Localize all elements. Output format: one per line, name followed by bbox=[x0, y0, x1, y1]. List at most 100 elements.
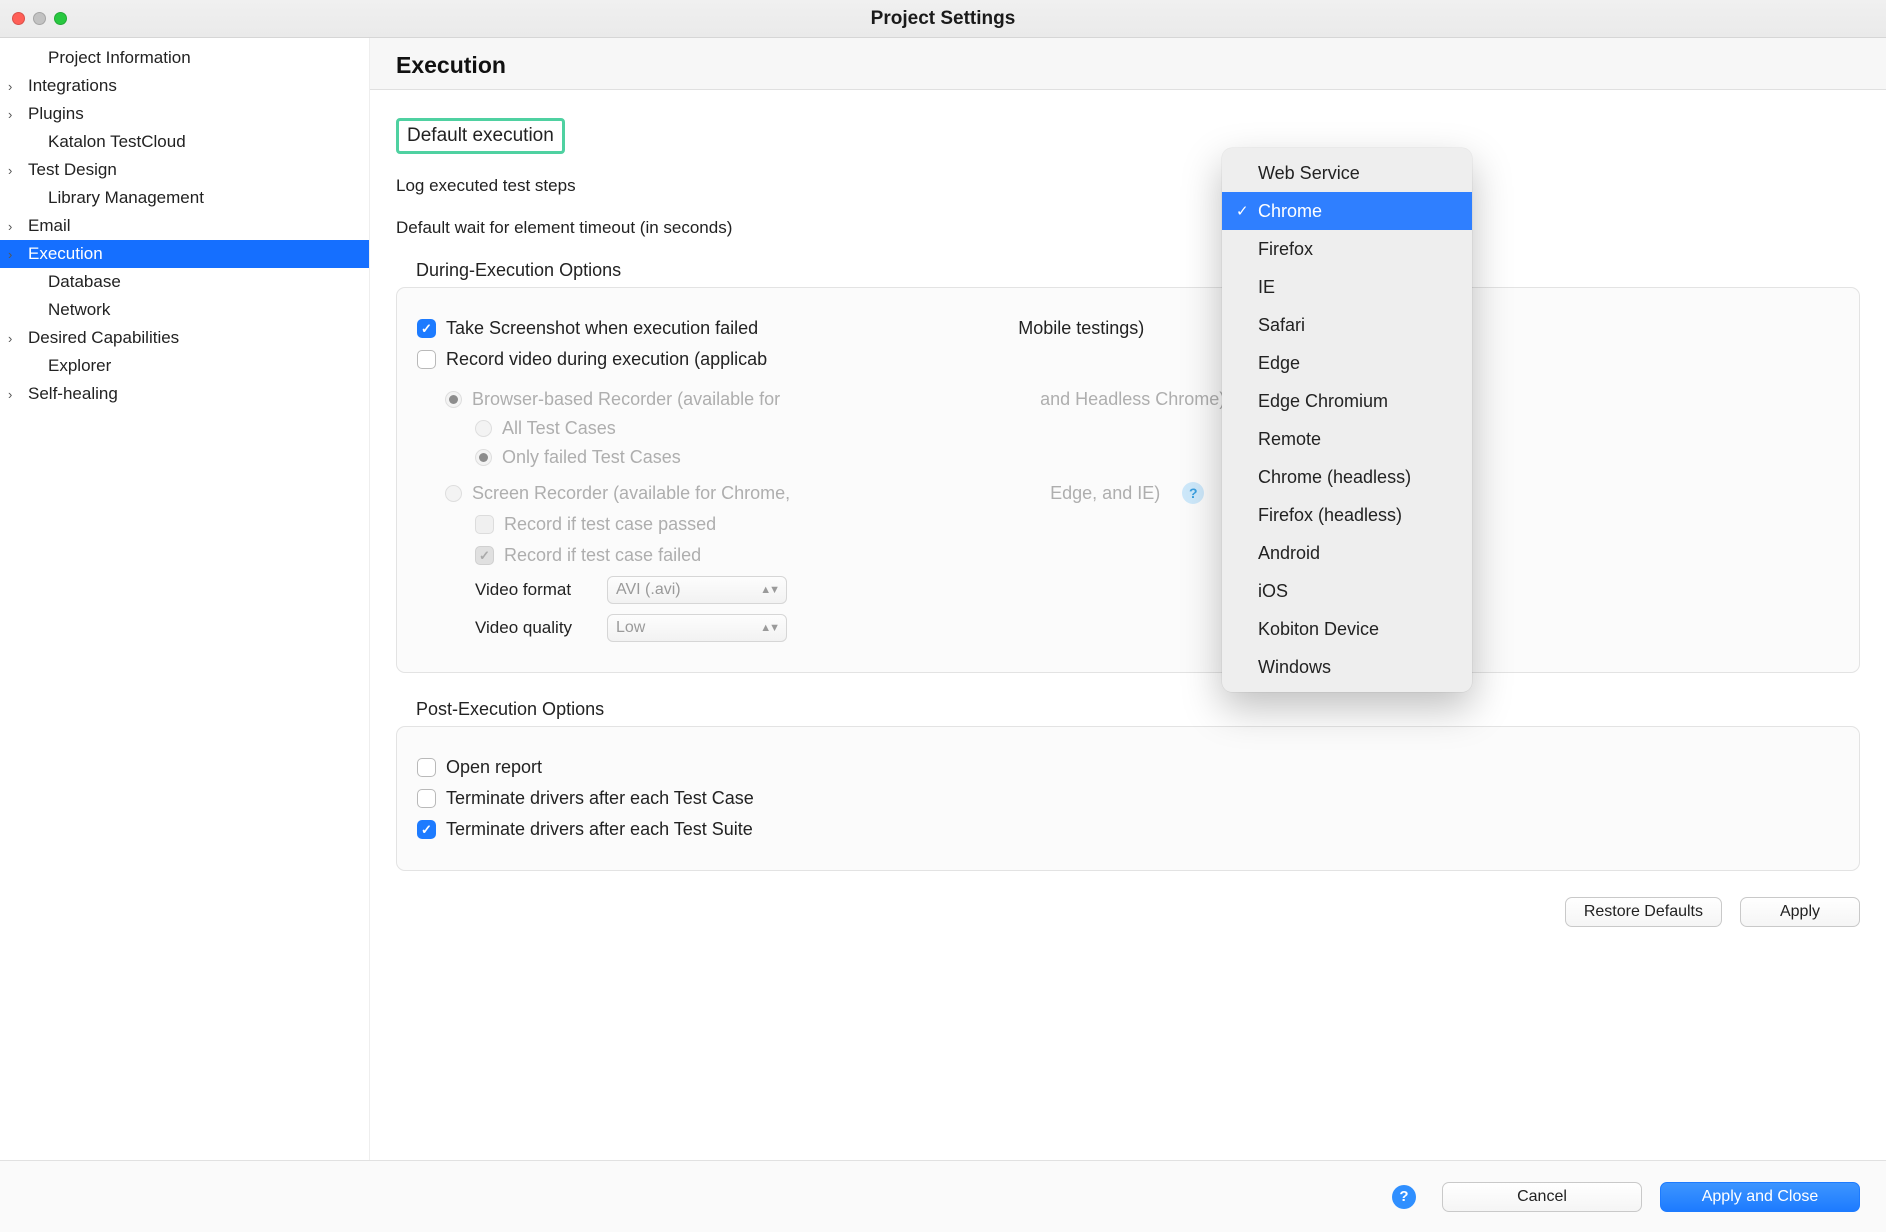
sidebar-item-project-information[interactable]: Project Information bbox=[0, 44, 369, 72]
sidebar-item-database[interactable]: Database bbox=[0, 268, 369, 296]
terminate-suite-row[interactable]: Terminate drivers after each Test Suite bbox=[417, 819, 1839, 840]
restore-defaults-button[interactable]: Restore Defaults bbox=[1565, 897, 1722, 927]
sidebar-item-label: Execution bbox=[28, 244, 103, 264]
record-failed-checkbox bbox=[475, 546, 494, 565]
sidebar-item-library-management[interactable]: Library Management bbox=[0, 184, 369, 212]
sidebar-item-integrations[interactable]: ›Integrations bbox=[0, 72, 369, 100]
open-report-checkbox[interactable] bbox=[417, 758, 436, 777]
record-failed-row: Record if test case failed bbox=[475, 545, 1839, 566]
close-window-icon[interactable] bbox=[12, 12, 25, 25]
video-format-row: Video format AVI (.avi) ▲▼ bbox=[475, 576, 1839, 604]
screen-recorder-label-pre: Screen Recorder (available for Chrome, bbox=[472, 483, 790, 504]
terminate-case-row[interactable]: Terminate drivers after each Test Case bbox=[417, 788, 1839, 809]
take-screenshot-label-post: Mobile testings) bbox=[1018, 318, 1144, 339]
dropdown-item-ie[interactable]: IE bbox=[1222, 268, 1472, 306]
sidebar-item-katalon-testcloud[interactable]: Katalon TestCloud bbox=[0, 128, 369, 156]
default-execution-label: Default execution bbox=[396, 118, 565, 154]
take-screenshot-checkbox[interactable] bbox=[417, 319, 436, 338]
record-video-row[interactable]: Record video during execution (applicab bbox=[417, 349, 1839, 370]
browser-recorder-row: Browser-based Recorder (available for an… bbox=[445, 388, 1839, 410]
screen-recorder-label-post: Edge, and IE) bbox=[1050, 483, 1160, 504]
sidebar-item-execution[interactable]: ›Execution bbox=[0, 240, 369, 268]
terminate-suite-checkbox[interactable] bbox=[417, 820, 436, 839]
sidebar-item-explorer[interactable]: Explorer bbox=[0, 352, 369, 380]
sidebar-item-plugins[interactable]: ›Plugins bbox=[0, 100, 369, 128]
record-video-label: Record video during execution (applicab bbox=[446, 349, 767, 370]
dropdown-item-firefox-headless-[interactable]: Firefox (headless) bbox=[1222, 496, 1472, 534]
browser-recorder-label-pre: Browser-based Recorder (available for bbox=[472, 389, 780, 410]
terminate-case-checkbox[interactable] bbox=[417, 789, 436, 808]
help-icon[interactable]: ? bbox=[1182, 482, 1204, 504]
video-format-combo: AVI (.avi) ▲▼ bbox=[607, 576, 787, 604]
terminate-case-label: Terminate drivers after each Test Case bbox=[446, 788, 754, 809]
only-failed-radio bbox=[475, 449, 492, 466]
zoom-window-icon[interactable] bbox=[54, 12, 67, 25]
only-failed-label: Only failed Test Cases bbox=[502, 447, 681, 468]
all-test-cases-label: All Test Cases bbox=[502, 418, 616, 439]
execution-settings: Default execution Log executed test step… bbox=[370, 90, 1886, 951]
record-video-checkbox[interactable] bbox=[417, 350, 436, 369]
default-execution-dropdown[interactable]: Web ServiceChromeFirefoxIESafariEdgeEdge… bbox=[1222, 148, 1472, 692]
sidebar-item-label: Database bbox=[48, 272, 121, 292]
wait-timeout-label: Default wait for element timeout (in sec… bbox=[396, 218, 732, 238]
dialog-footer: ? Cancel Apply and Close bbox=[0, 1160, 1886, 1232]
take-screenshot-row[interactable]: Take Screenshot when execution failed Mo… bbox=[417, 318, 1839, 339]
take-screenshot-label-pre: Take Screenshot when execution failed bbox=[446, 318, 758, 339]
dropdown-item-windows[interactable]: Windows bbox=[1222, 648, 1472, 686]
dropdown-item-chrome-headless-[interactable]: Chrome (headless) bbox=[1222, 458, 1472, 496]
chevron-right-icon: › bbox=[8, 219, 28, 234]
wait-timeout-row: Default wait for element timeout (in sec… bbox=[396, 218, 1860, 238]
dropdown-item-chrome[interactable]: Chrome bbox=[1222, 192, 1472, 230]
browser-recorder-radio bbox=[445, 391, 462, 408]
video-quality-row: Video quality Low ▲▼ bbox=[475, 614, 1839, 642]
dropdown-item-android[interactable]: Android bbox=[1222, 534, 1472, 572]
cancel-button[interactable]: Cancel bbox=[1442, 1182, 1642, 1212]
video-quality-combo: Low ▲▼ bbox=[607, 614, 787, 642]
sidebar-item-network[interactable]: Network bbox=[0, 296, 369, 324]
browser-recorder-label-post: and Headless Chrome) bbox=[1040, 389, 1225, 410]
inner-button-bar: Restore Defaults Apply bbox=[396, 897, 1860, 927]
sidebar-item-label: Explorer bbox=[48, 356, 111, 376]
sidebar-item-label: Katalon TestCloud bbox=[48, 132, 186, 152]
dropdown-item-ios[interactable]: iOS bbox=[1222, 572, 1472, 610]
default-execution-row: Default execution bbox=[396, 118, 1860, 154]
sidebar-item-label: Desired Capabilities bbox=[28, 328, 179, 348]
post-execution-group: Open report Terminate drivers after each… bbox=[396, 726, 1860, 871]
sidebar-item-self-healing[interactable]: ›Self-healing bbox=[0, 380, 369, 408]
dropdown-item-edge-chromium[interactable]: Edge Chromium bbox=[1222, 382, 1472, 420]
sidebar-item-test-design[interactable]: ›Test Design bbox=[0, 156, 369, 184]
open-report-row[interactable]: Open report bbox=[417, 757, 1839, 778]
apply-button[interactable]: Apply bbox=[1740, 897, 1860, 927]
dropdown-item-safari[interactable]: Safari bbox=[1222, 306, 1472, 344]
sidebar-item-label: Test Design bbox=[28, 160, 117, 180]
record-failed-label: Record if test case failed bbox=[504, 545, 701, 566]
minimize-window-icon[interactable] bbox=[33, 12, 46, 25]
help-icon[interactable]: ? bbox=[1392, 1185, 1416, 1209]
dropdown-item-firefox[interactable]: Firefox bbox=[1222, 230, 1472, 268]
sidebar-item-label: Library Management bbox=[48, 188, 204, 208]
sidebar-item-label: Self-healing bbox=[28, 384, 118, 404]
dropdown-item-web-service[interactable]: Web Service bbox=[1222, 154, 1472, 192]
during-execution-title: During-Execution Options bbox=[416, 260, 1860, 281]
dropdown-item-kobiton-device[interactable]: Kobiton Device bbox=[1222, 610, 1472, 648]
terminate-suite-label: Terminate drivers after each Test Suite bbox=[446, 819, 753, 840]
apply-and-close-button[interactable]: Apply and Close bbox=[1660, 1182, 1860, 1212]
video-format-label: Video format bbox=[475, 580, 585, 600]
sidebar-item-label: Integrations bbox=[28, 76, 117, 96]
record-passed-checkbox bbox=[475, 515, 494, 534]
all-test-cases-radio bbox=[475, 420, 492, 437]
open-report-label: Open report bbox=[446, 757, 542, 778]
main-area: Project Information›Integrations›Plugins… bbox=[0, 38, 1886, 1160]
sidebar-item-email[interactable]: ›Email bbox=[0, 212, 369, 240]
content-pane: Execution Default execution Log executed… bbox=[370, 38, 1886, 1160]
video-format-value: AVI (.avi) bbox=[616, 581, 681, 599]
sidebar-item-label: Email bbox=[28, 216, 71, 236]
post-execution-title: Post-Execution Options bbox=[416, 699, 1860, 720]
sidebar-item-desired-capabilities[interactable]: ›Desired Capabilities bbox=[0, 324, 369, 352]
video-quality-value: Low bbox=[616, 619, 645, 637]
chevron-right-icon: › bbox=[8, 331, 28, 346]
dropdown-item-remote[interactable]: Remote bbox=[1222, 420, 1472, 458]
content-header: Execution bbox=[370, 38, 1886, 90]
dropdown-item-edge[interactable]: Edge bbox=[1222, 344, 1472, 382]
video-quality-label: Video quality bbox=[475, 618, 585, 638]
